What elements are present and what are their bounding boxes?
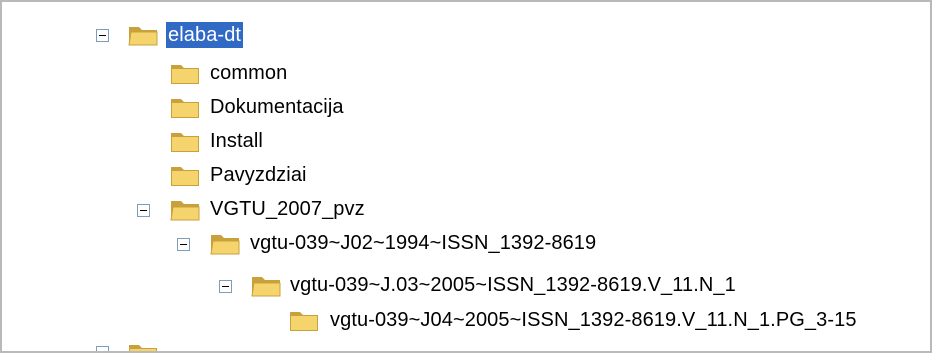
tree-item-dokumentacija[interactable]: Dokumentacija <box>208 94 346 120</box>
expand-icon[interactable] <box>96 346 109 351</box>
folder-icon <box>171 65 199 84</box>
folder-open-icon <box>128 27 158 46</box>
folder-icon <box>129 345 157 351</box>
folder-open-icon <box>210 235 240 255</box>
tree-item-vgtu-2007-pvz[interactable]: VGTU_2007_pvz <box>208 196 367 222</box>
folder-icon <box>290 312 318 331</box>
collapse-icon[interactable] <box>137 204 150 217</box>
collapse-icon[interactable] <box>177 238 190 251</box>
tree-item-vgtu-039-j03[interactable]: vgtu-039~J.03~2005~ISSN_1392-8619.V_11.N… <box>288 272 738 298</box>
folder-icon <box>171 99 199 118</box>
tree-item-pavyzdziai[interactable]: Pavyzdziai <box>208 162 309 188</box>
folder-tree: elaba-dt common Dokumentacija Install Pa… <box>0 0 932 353</box>
collapse-icon[interactable] <box>219 280 232 293</box>
tree-item-vgtu-039-j02[interactable]: vgtu-039~J02~1994~ISSN_1392-8619 <box>248 230 598 256</box>
folder-icon <box>171 133 199 152</box>
folder-open-icon <box>170 201 200 221</box>
collapse-icon[interactable] <box>96 29 109 42</box>
tree-item-elaba-dt[interactable]: elaba-dt <box>166 22 244 48</box>
folder-icon <box>171 167 199 186</box>
tree-item-vgtu-039-j04[interactable]: vgtu-039~J04~2005~ISSN_1392-8619.V_11.N_… <box>328 307 859 333</box>
tree-item-install[interactable]: Install <box>208 128 265 154</box>
folder-open-icon <box>251 277 281 297</box>
tree-item-common[interactable]: common <box>208 60 289 86</box>
